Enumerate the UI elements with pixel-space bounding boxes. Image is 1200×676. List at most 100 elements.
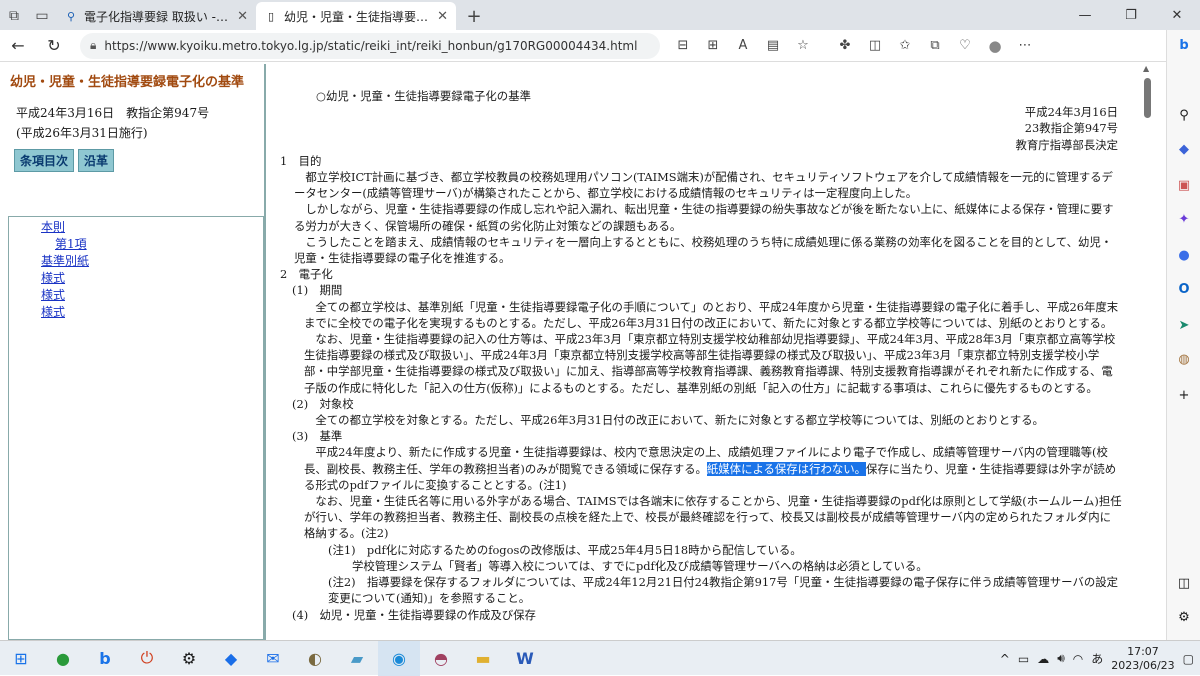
paragraph: こうしたことを踏まえ、成績情報のセキュリティを一層向上するとともに、校務処理のう… bbox=[294, 234, 1113, 266]
windows-taskbar: ⊞ ● b ⏻ ⚙ ◆ ✉ ◐ ▰ ◉ ◓ ▬ W ^ ▭ ☁ 🔊︎ ◠ あ 1… bbox=[0, 640, 1200, 676]
edge-sidebar: b ⚲ ◆ ▣ ✦ ● O ➤ ◍ + ◫ ⚙ bbox=[1166, 30, 1200, 640]
microsoft365-icon[interactable]: ● bbox=[1167, 248, 1200, 263]
profile-avatar[interactable]: ● bbox=[980, 32, 1010, 60]
power-app-icon[interactable]: ⏻ bbox=[126, 641, 168, 676]
document-pane: ○幼児・児童・生徒指導要録電子化の基準 平成24年3月16日 23教指企第947… bbox=[264, 64, 1134, 640]
search-icon[interactable]: ⚲ bbox=[1167, 108, 1200, 123]
minimize-icon[interactable]: — bbox=[1062, 0, 1108, 30]
sidebar-toggle-icon[interactable]: ◫ bbox=[1167, 576, 1200, 591]
toc-link-appendix[interactable]: 基準別紙 bbox=[41, 253, 263, 270]
document-title: ○幼児・児童・生徒指導要録電子化の基準 bbox=[316, 89, 531, 103]
tab-article-contents[interactable]: 条項目次 bbox=[14, 149, 75, 172]
section-heading: 1 目的 bbox=[280, 153, 322, 168]
search-icon: ⚲ bbox=[66, 9, 76, 23]
dropbox-icon[interactable]: ◆ bbox=[210, 641, 252, 676]
collections-icon[interactable]: ⧉ bbox=[920, 32, 950, 60]
browser-tabbar: ⧉ ▭ ⚲ 電子化指導要録 取扱い - Search ✕ ▯ 幼児・児童・生徒指… bbox=[0, 0, 1200, 30]
volume-icon[interactable]: 🔊︎ bbox=[1057, 651, 1065, 666]
bing-chat-icon[interactable]: b bbox=[1167, 38, 1200, 53]
notes-icon[interactable]: ▰ bbox=[336, 641, 378, 676]
subsection-heading: (2) 対象校 bbox=[292, 396, 354, 411]
paint-icon[interactable]: ◐ bbox=[294, 641, 336, 676]
notification-icon[interactable]: ▢ bbox=[1183, 652, 1194, 666]
paragraph: 全ての都立学校は、基準別紙「児童・生徒指導要録電子化の手順について」のとおり、平… bbox=[304, 299, 1119, 330]
section-heading: 2 電子化 bbox=[280, 267, 333, 282]
settings-gear-icon[interactable]: ⚙ bbox=[1167, 610, 1200, 625]
bing-icon[interactable]: b bbox=[84, 641, 126, 676]
paragraph: 都立学校ICT計画に基づき、都立学校教員の校務処理用パソコン(TAIMS端末)が… bbox=[294, 170, 1113, 201]
left-meta-date: 平成24年3月16日 教指企第947号 bbox=[16, 106, 210, 120]
address-bar[interactable]: 🔒︎ https://www.kyoiku.metro.tokyo.lg.jp/… bbox=[80, 32, 660, 59]
close-icon[interactable]: ✕ bbox=[237, 9, 248, 24]
close-icon[interactable]: ✕ bbox=[437, 9, 448, 24]
scroll-up-icon[interactable]: ▲ bbox=[1143, 64, 1149, 73]
network-icon[interactable]: ☁ bbox=[1037, 652, 1049, 666]
more-menu-icon[interactable]: ⋯ bbox=[1010, 32, 1040, 60]
left-title: 幼児・児童・生徒指導要録電子化の基準 bbox=[10, 75, 245, 90]
tab-actions-icon[interactable]: ▭ bbox=[28, 2, 56, 30]
read-aloud-icon[interactable]: A bbox=[728, 32, 758, 60]
left-navigation-pane: 幼児・児童・生徒指導要録電子化の基準 平成24年3月16日 教指企第947号 (… bbox=[6, 64, 264, 640]
favorite-star-icon[interactable]: ☆ bbox=[788, 32, 818, 60]
green-app-icon[interactable]: ● bbox=[42, 641, 84, 676]
wifi-icon[interactable]: ◠ bbox=[1073, 652, 1083, 666]
vertical-scrollbar[interactable]: ▲ bbox=[1134, 64, 1164, 640]
new-tab-button[interactable]: + bbox=[460, 2, 488, 30]
clock-date: 2023/06/23 bbox=[1111, 658, 1175, 672]
doc-number: 23教指企第947号 bbox=[1024, 121, 1118, 136]
image-app-icon[interactable]: ◓ bbox=[420, 641, 462, 676]
doc-issuer: 教育庁指導部長決定 bbox=[1015, 137, 1118, 152]
restore-icon[interactable]: ❐ bbox=[1108, 0, 1154, 30]
favorites-icon[interactable]: ✩ bbox=[890, 32, 920, 60]
performance-icon[interactable]: ♡ bbox=[950, 32, 980, 60]
shopping-tag-icon[interactable]: ◆ bbox=[1167, 142, 1200, 157]
clock[interactable]: 17:07 2023/06/23 bbox=[1111, 645, 1174, 673]
paragraph: 平成24年度より、新たに作成する児童・生徒指導要録は、校内で意思決定の上、成績処… bbox=[280, 444, 1122, 493]
back-button[interactable]: ← bbox=[0, 31, 36, 61]
tools-briefcase-icon[interactable]: ▣ bbox=[1167, 178, 1200, 193]
toc-link-form-1[interactable]: 様式 bbox=[41, 270, 263, 287]
tab-search[interactable]: ⚲ 電子化指導要録 取扱い - Search ✕ bbox=[56, 2, 256, 30]
mail-icon[interactable]: ✉ bbox=[252, 641, 294, 676]
scroll-thumb[interactable] bbox=[1144, 78, 1151, 118]
games-icon[interactable]: ✦ bbox=[1167, 212, 1200, 227]
grid-icon[interactable]: ⊞ bbox=[698, 32, 728, 60]
note: (注1) pdf化に対応するためのfogosの改修版は、平成25年4月5日18時… bbox=[328, 542, 802, 557]
chevron-up-icon[interactable]: ^ bbox=[1000, 652, 1010, 666]
url-text: https://www.kyoiku.metro.tokyo.lg.jp/sta… bbox=[104, 38, 638, 53]
toc-link-form-2[interactable]: 様式 bbox=[41, 287, 263, 304]
toc-link-main[interactable]: 本則 bbox=[41, 219, 263, 236]
toc-link-form-3[interactable]: 様式 bbox=[41, 304, 263, 321]
add-icon[interactable]: + bbox=[1167, 388, 1200, 403]
lock-icon[interactable]: 🔒︎ bbox=[90, 38, 96, 53]
tab-document[interactable]: ▯ 幼児・児童・生徒指導要録電子化の基準 ✕ bbox=[256, 2, 456, 30]
clock-time: 17:07 bbox=[1127, 644, 1159, 658]
paragraph: なお、児童・生徒指導要録の記入の仕方等は、平成23年3月「東京都立特別支援学校幼… bbox=[304, 332, 1116, 395]
left-meta-effective: (平成26年3月31日施行) bbox=[16, 126, 148, 140]
word-icon[interactable]: W bbox=[504, 641, 546, 676]
battery-icon[interactable]: ▭ bbox=[1018, 652, 1029, 666]
ime-indicator[interactable]: あ bbox=[1091, 650, 1103, 667]
send-icon[interactable]: ➤ bbox=[1167, 318, 1200, 333]
doc-date: 平成24年3月16日 bbox=[1024, 105, 1118, 120]
start-icon[interactable]: ⊞ bbox=[0, 641, 42, 676]
paragraph: 全ての都立学校を対象とする。ただし、平成26年3月31日付の改正において、新たに… bbox=[315, 413, 1044, 428]
paragraph: なお、児童・生徒氏名等に用いる外字がある場合、TAIMSでは各端末に依存すること… bbox=[304, 494, 1122, 541]
settings-gear-icon[interactable]: ⚙ bbox=[168, 641, 210, 676]
selected-text[interactable]: 紙媒体による保存は行わない。 bbox=[706, 461, 867, 476]
outlook-icon[interactable]: O bbox=[1167, 282, 1200, 297]
workspaces-icon[interactable]: ⧉ bbox=[0, 2, 28, 30]
refresh-button[interactable]: ↻ bbox=[36, 31, 72, 61]
tab-history[interactable]: 沿革 bbox=[78, 149, 115, 172]
toc-link-item1[interactable]: 第1項 bbox=[41, 236, 263, 253]
cookie-icon[interactable]: ◍ bbox=[1167, 352, 1200, 367]
subsection-heading: (4) 幼児・児童・生徒指導要録の作成及び保存 bbox=[292, 607, 536, 622]
file-explorer-icon[interactable]: ▬ bbox=[462, 641, 504, 676]
app-available-icon[interactable]: ⊟ bbox=[668, 32, 698, 60]
split-screen-icon[interactable]: ◫ bbox=[860, 32, 890, 60]
page-icon: ▯ bbox=[267, 9, 275, 23]
extensions-icon[interactable]: ✤ bbox=[830, 32, 860, 60]
close-window-icon[interactable]: ✕ bbox=[1154, 0, 1200, 30]
edge-browser-icon[interactable]: ◉ bbox=[378, 640, 420, 676]
immersive-reader-icon[interactable]: ▤ bbox=[758, 32, 788, 60]
